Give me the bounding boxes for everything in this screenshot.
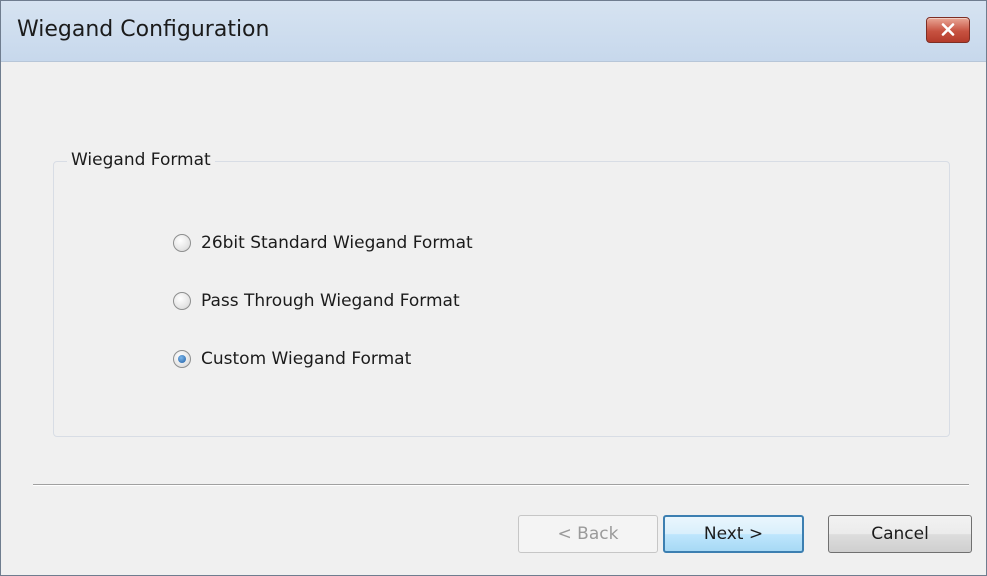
back-button[interactable]: < Back [518, 515, 658, 553]
title-bar[interactable]: Wiegand Configuration [1, 1, 986, 62]
radio-custom[interactable]: Custom Wiegand Format [173, 346, 411, 372]
window-title: Wiegand Configuration [17, 17, 270, 42]
footer-separator [33, 484, 969, 486]
radio-pass-through[interactable]: Pass Through Wiegand Format [173, 288, 460, 314]
radio-label[interactable]: 26bit Standard Wiegand Format [201, 233, 473, 253]
next-button[interactable]: Next > [663, 515, 804, 553]
radio-button-circle[interactable] [173, 234, 191, 252]
close-icon [941, 23, 955, 36]
dialog-body: Wiegand Format 26bit Standard Wiegand Fo… [1, 62, 986, 575]
radio-button-circle[interactable] [173, 292, 191, 310]
radio-button-circle-selected[interactable] [173, 350, 191, 368]
radio-label[interactable]: Pass Through Wiegand Format [201, 291, 460, 311]
wiegand-configuration-dialog: Wiegand Configuration Wiegand Format 26b… [0, 0, 987, 576]
groupbox-legend: Wiegand Format [67, 150, 215, 170]
cancel-button[interactable]: Cancel [828, 515, 972, 553]
radio-label[interactable]: Custom Wiegand Format [201, 349, 411, 369]
radio-26bit-standard[interactable]: 26bit Standard Wiegand Format [173, 230, 473, 256]
close-button[interactable] [926, 17, 970, 43]
